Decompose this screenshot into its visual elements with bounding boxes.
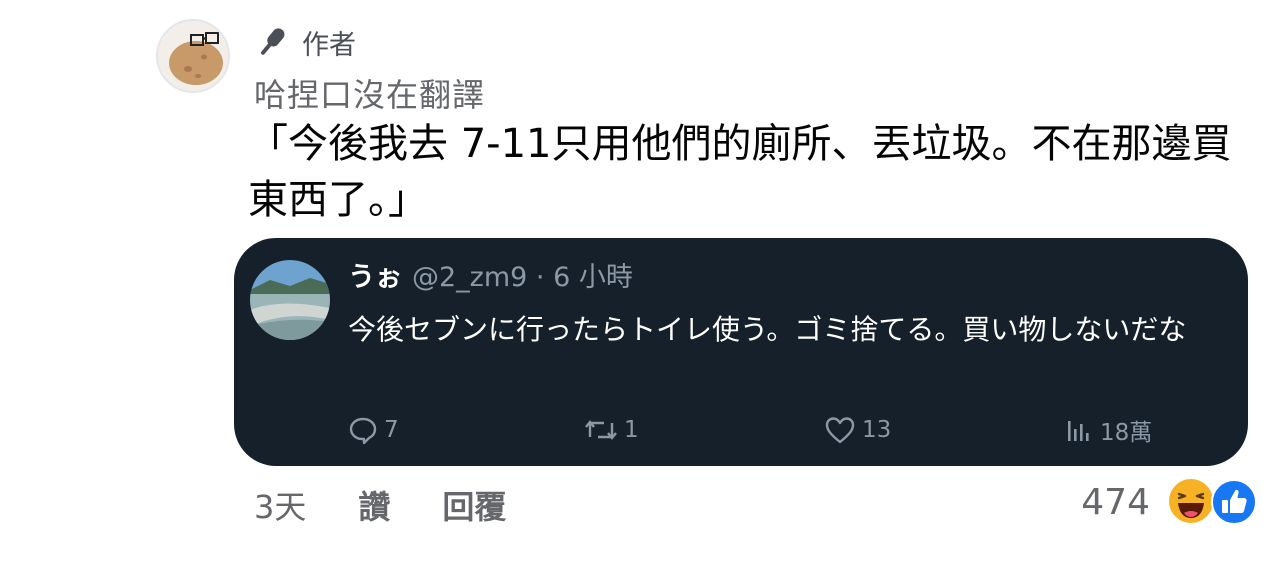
reaction-icons[interactable] (1166, 476, 1260, 528)
comment-timestamp[interactable]: 3天 (254, 482, 306, 528)
tweet-avatar (250, 260, 330, 340)
commenter-name[interactable]: 哈捏口沒在翻譯 (254, 70, 485, 116)
tweet-reply-action: 7 (348, 412, 399, 448)
embedded-tweet-image[interactable]: うぉ @2_zm9 · 6 小時 今後セブンに行ったらトイレ使う。ゴミ捨てる。買い… (234, 238, 1248, 466)
tweet-view-count: 18萬 (1100, 420, 1153, 446)
tweet-views-action: 18萬 (1064, 412, 1152, 448)
tweet-handle-time: @2_zm9 · 6 小時 (412, 262, 633, 293)
tweet-like-count: 13 (862, 417, 892, 443)
like-button[interactable]: 讚 (358, 482, 390, 528)
tweet-body: 今後セブンに行ったらトイレ使う。ゴミ捨てる。買い物しないだな (348, 313, 1187, 346)
tweet-retweet-action: 1 (584, 412, 639, 448)
views-chart-icon (1068, 421, 1089, 441)
reaction-count[interactable]: 474 (1081, 482, 1150, 523)
landscape-avatar-icon (250, 260, 330, 340)
author-badge-label: 作者 (302, 29, 356, 61)
reply-button[interactable]: 回覆 (442, 482, 506, 528)
potato-avatar-icon (169, 32, 223, 85)
reaction-summary[interactable]: 474 (1081, 476, 1260, 528)
tweet-display-name: うぉ (348, 262, 402, 293)
tweet-like-action: 13 (824, 412, 891, 448)
haha-icon (1167, 477, 1215, 525)
tweet-header: うぉ @2_zm9 · 6 小時 (348, 260, 633, 296)
commenter-avatar[interactable] (156, 19, 230, 93)
reply-bubble-icon (349, 417, 377, 445)
tweet-reply-count: 7 (384, 417, 399, 443)
microphone-icon (261, 28, 285, 55)
author-badge: 作者 (254, 22, 356, 62)
heart-icon (825, 417, 855, 444)
retweet-icon (585, 420, 617, 440)
tweet-retweet-count: 1 (624, 417, 639, 443)
like-icon (1211, 479, 1257, 525)
comment-text: 「今後我去 7-11只用他們的廁所、丟垃圾。不在那邊買東西了。」 (248, 121, 1232, 223)
comment-footer: 3天 讚 回覆 (254, 480, 506, 530)
tweet-actions: 7 1 13 18萬 (348, 412, 1218, 448)
